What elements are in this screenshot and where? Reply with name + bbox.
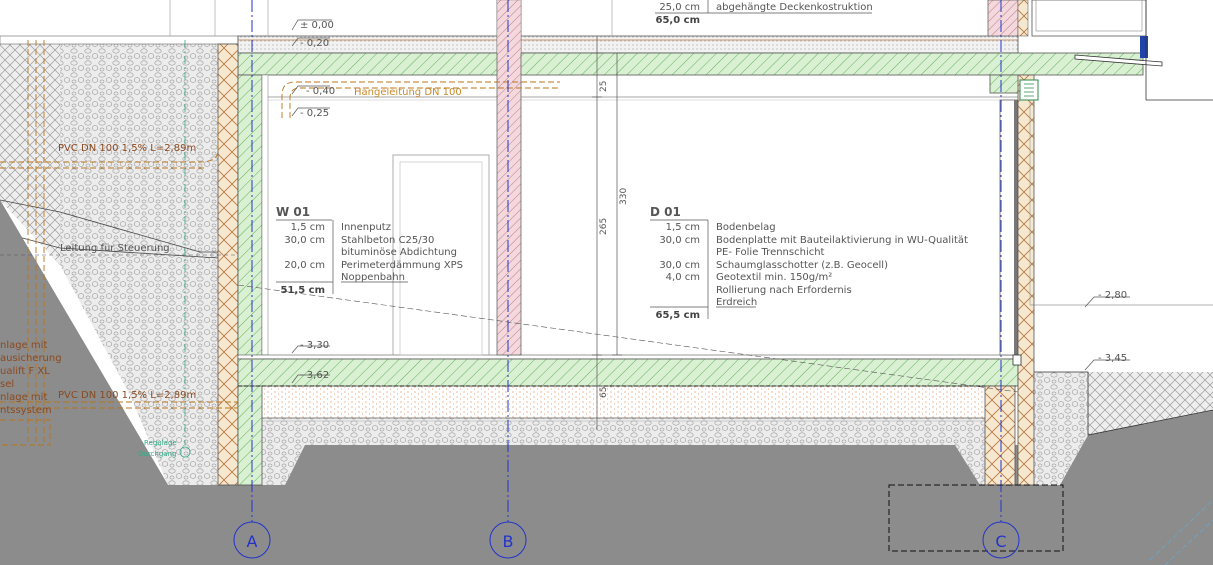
d01-buildup-table: D 01 1,5 cm Bodenbelag 30,0 cm Bodenplat… bbox=[650, 205, 968, 321]
dim-265: 265 bbox=[599, 218, 609, 235]
w01-row-4-thick: 20,0 cm bbox=[284, 260, 325, 271]
ceiling-buildup-table: 25,0 cm abgehängte Deckenkostruktion 65,… bbox=[655, 0, 873, 26]
level-m020: - 0,20 bbox=[300, 38, 329, 49]
left-legend-line-4: sel bbox=[0, 379, 14, 390]
d01-row-1-desc: Bodenbelag bbox=[716, 222, 776, 233]
left-small-1: Regulage bbox=[144, 439, 177, 447]
w01-total: 51,5 cm bbox=[280, 285, 325, 296]
left-legend-line-1: nlage mit bbox=[0, 340, 47, 351]
dim-65: 65 bbox=[599, 387, 609, 398]
left-legend-line-6: ntssystem bbox=[0, 405, 52, 416]
left-legend-line-2: ausicherung bbox=[0, 353, 62, 364]
ceiling-row-1-desc: abgehängte Deckenkostruktion bbox=[716, 2, 873, 13]
axis-label-b: B bbox=[503, 532, 514, 551]
label-hangeleitung: Hängeleitung DN 100 bbox=[354, 87, 462, 98]
d01-row-4-desc: Schaumglasschotter (z.B. Geocell) bbox=[716, 260, 888, 271]
level-m362: - 3,62 bbox=[300, 370, 329, 381]
d01-row-2-thick: 30,0 cm bbox=[659, 235, 700, 246]
level-m345: - 3,45 bbox=[1098, 353, 1127, 364]
d01-row-3-desc: PE- Folie Trennschicht bbox=[716, 247, 825, 258]
w01-row-1-desc: Innenputz bbox=[341, 222, 391, 233]
level-m025: - 0,25 bbox=[300, 108, 329, 119]
label-pvc-upper: PVC DN 100 1,5% L=2,89m bbox=[58, 143, 196, 154]
level-pm0: ± 0,00 bbox=[300, 20, 334, 31]
axis-label-a: A bbox=[247, 532, 258, 551]
axis-label-c: C bbox=[995, 532, 1006, 551]
ceiling-total: 65,0 cm bbox=[655, 15, 700, 26]
d01-row-1-thick: 1,5 cm bbox=[666, 222, 700, 233]
d01-title: D 01 bbox=[650, 205, 681, 219]
column-b bbox=[496, 0, 522, 356]
level-m330: - 3,30 bbox=[300, 340, 329, 351]
w01-row-2-thick: 30,0 cm bbox=[284, 235, 325, 246]
w01-title: W 01 bbox=[276, 205, 310, 219]
section-drawing-canvas: ± 0,00 - 0,20 - 0,40 - 0,25 - 3,30 - 3,6… bbox=[0, 0, 1213, 565]
dim-330: 330 bbox=[619, 188, 629, 205]
ceiling-row-1-thick: 25,0 cm bbox=[659, 2, 700, 13]
w01-row-3-desc: bituminöse Abdichtung bbox=[341, 247, 457, 258]
label-pvc-lower: PVC DN 100 1,5% L=2,89m bbox=[58, 390, 196, 401]
d01-row-6-desc: Rollierung nach Erfordernis bbox=[716, 285, 852, 296]
level-m280: - 2,80 bbox=[1098, 290, 1127, 301]
building-section-svg: ± 0,00 - 0,20 - 0,40 - 0,25 - 3,30 - 3,6… bbox=[0, 0, 1213, 565]
basement-wall-left bbox=[217, 43, 269, 486]
d01-row-4-thick: 30,0 cm bbox=[659, 260, 700, 271]
d01-row-7-desc: Erdreich bbox=[716, 297, 757, 308]
left-legend-line-3: ualift F XL bbox=[0, 366, 50, 377]
w01-row-4-desc: Perimeterdämmung XPS bbox=[341, 260, 463, 271]
label-leitung: Leitung für Steuerung bbox=[60, 243, 170, 254]
dim-25: 25 bbox=[599, 81, 609, 92]
d01-row-5-thick: 4,0 cm bbox=[666, 272, 700, 283]
left-small-2: Durchgang bbox=[138, 450, 176, 458]
d01-row-5-desc: Geotextil min. 150g/m² bbox=[716, 272, 832, 283]
w01-buildup-table: W 01 1,5 cm Innenputz 30,0 cm Stahlbeton… bbox=[276, 205, 463, 296]
w01-row-5-desc: Noppenbahn bbox=[341, 272, 405, 283]
d01-total: 65,5 cm bbox=[655, 310, 700, 321]
rollierung-layer bbox=[262, 386, 1002, 418]
floor-slab bbox=[237, 354, 1019, 387]
w01-row-2-desc: Stahlbeton C25/30 bbox=[341, 235, 434, 246]
level-m040: - 0,40 bbox=[306, 86, 335, 97]
d01-row-2-desc: Bodenplatte mit Bauteilaktivierung in WU… bbox=[716, 235, 968, 246]
left-legend-line-5: nlage mit bbox=[0, 392, 47, 403]
w01-row-1-thick: 1,5 cm bbox=[291, 222, 325, 233]
ceiling-slab bbox=[237, 35, 1144, 94]
